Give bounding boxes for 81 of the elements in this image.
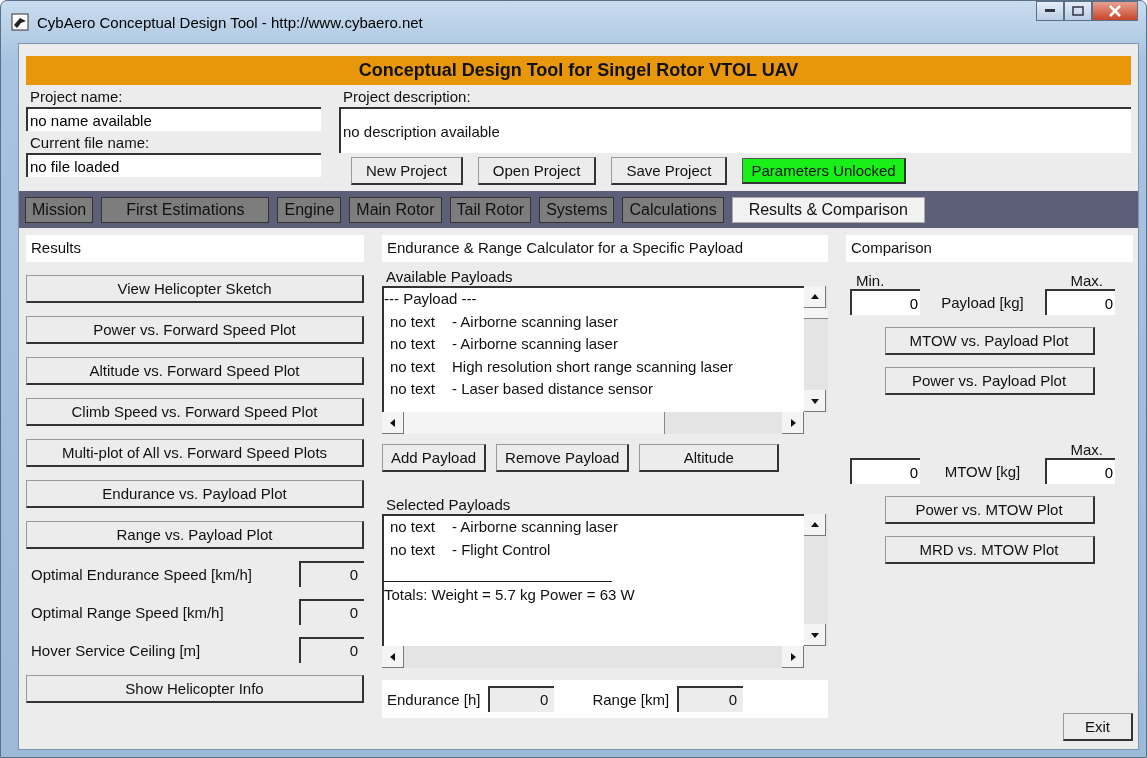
plot-button[interactable]: Altitude vs. Forward Speed Plot — [26, 357, 364, 385]
tab[interactable]: Main Rotor — [349, 197, 442, 223]
project-button[interactable]: Save Project — [611, 157, 728, 185]
close-button[interactable] — [1092, 1, 1138, 21]
list-item[interactable]: no text - Airborne scanning laser — [384, 310, 804, 333]
max-label: Max. — [1070, 441, 1103, 458]
plot-button[interactable]: Power vs. MTOW Plot — [884, 496, 1095, 524]
lock-status-indicator[interactable]: Parameters Unlocked — [742, 158, 906, 184]
list-label: Available Payloads — [386, 268, 514, 285]
scrollbar-thumb[interactable] — [804, 308, 828, 319]
mtow-label: MTOW [kg] — [944, 462, 1021, 480]
plot-button[interactable]: Power vs. Payload Plot — [884, 367, 1095, 395]
min-label: Min. — [856, 272, 885, 289]
max-field[interactable]: 0 — [1045, 289, 1115, 315]
min-field[interactable]: 0 — [850, 458, 920, 484]
list-item[interactable]: no text High resolution short range scanning laser — [384, 355, 804, 378]
helicopter-info-button[interactable]: Show Helicopter Info — [26, 675, 364, 703]
plot-button[interactable]: Multi-plot of All vs. Forward Speed Plots — [26, 439, 364, 467]
list-label: Selected Payloads — [386, 496, 512, 513]
payload-action-button[interactable]: Remove Payload — [496, 444, 630, 472]
list-item[interactable]: no text - Laser based distance sensor — [384, 378, 804, 401]
panel-title: Endurance & Range Calculator for a Specific Payload — [382, 235, 828, 262]
horizontal-scrollbar[interactable] — [382, 412, 804, 434]
list-item[interactable]: no text - Flight Control — [384, 538, 804, 561]
tab[interactable]: First Estimations — [101, 197, 270, 223]
payload-action-button[interactable]: Altitude — [639, 444, 780, 472]
readout-field: 0 — [299, 599, 364, 625]
maximize-icon — [1072, 6, 1084, 16]
horizontal-scrollbar[interactable] — [382, 646, 804, 668]
endurance-label: Endurance [h] — [387, 690, 481, 708]
max-field[interactable]: 0 — [1045, 458, 1115, 484]
list-item[interactable]: no text - Airborne scanning laser — [384, 516, 804, 539]
project-name-label: Project name: — [30, 88, 124, 105]
vertical-scrollbar[interactable] — [804, 514, 828, 646]
vertical-scrollbar[interactable] — [804, 286, 828, 412]
readout-field: 0 — [299, 637, 364, 663]
plot-button[interactable]: View Helicopter Sketch — [26, 275, 364, 303]
plot-button[interactable]: MRD vs. MTOW Plot — [884, 536, 1095, 564]
close-icon — [1109, 5, 1121, 17]
scrollbar-thumb[interactable] — [404, 412, 665, 434]
range-label: Range [km] — [592, 690, 670, 708]
minimize-icon — [1045, 9, 1055, 13]
exit-button[interactable]: Exit — [1063, 713, 1133, 741]
tab[interactable]: Engine — [277, 197, 342, 223]
plot-button[interactable]: Endurance vs. Payload Plot — [26, 480, 364, 508]
project-description-label: Project description: — [343, 88, 472, 105]
project-description-field[interactable]: no description available — [339, 107, 1131, 153]
file-name-field[interactable]: no file loaded — [26, 153, 321, 177]
tab[interactable]: Calculations — [622, 197, 724, 223]
minimize-button[interactable] — [1036, 1, 1064, 21]
endurance-field: 0 — [488, 686, 555, 712]
panel-title: Comparison — [846, 235, 1133, 262]
tab[interactable]: Mission — [25, 197, 94, 223]
panel-title: Results — [26, 235, 364, 262]
app-banner: Conceptual Design Tool for Singel Rotor VTOL UAV — [26, 56, 1131, 85]
plot-button[interactable]: Power vs. Forward Speed Plot — [26, 316, 364, 344]
project-button[interactable]: Open Project — [477, 157, 597, 185]
readout-label: Hover Service Ceiling [m] — [31, 641, 201, 659]
payload-action-button[interactable]: Add Payload — [382, 444, 487, 472]
max-label: Max. — [1070, 272, 1103, 289]
readout-label: Optimal Endurance Speed [km/h] — [31, 565, 252, 583]
tab[interactable]: Tail Rotor — [449, 197, 532, 223]
min-field[interactable]: 0 — [850, 289, 920, 315]
range-field: 0 — [677, 686, 744, 712]
tab[interactable]: Results & Comparison — [731, 197, 925, 223]
project-button[interactable]: New Project — [351, 157, 463, 185]
app-icon — [11, 13, 29, 31]
maximize-button[interactable] — [1064, 1, 1092, 21]
plot-button[interactable]: Climb Speed vs. Forward Speed Plot — [26, 398, 364, 426]
readout-label: Optimal Range Speed [km/h] — [31, 603, 224, 621]
tab[interactable]: Systems — [539, 197, 615, 223]
plot-button[interactable]: MTOW vs. Payload Plot — [884, 327, 1095, 355]
list-item[interactable]: no text - Airborne scanning laser — [384, 333, 804, 356]
totals-text: Totals: Weight = 5.7 kg Power = 63 W — [384, 586, 636, 603]
plot-button[interactable]: Range vs. Payload Plot — [26, 521, 364, 549]
file-name-label: Current file name: — [30, 134, 151, 151]
payload-label: Payload [kg] — [941, 293, 1024, 311]
list-header: --- Payload --- — [384, 289, 478, 309]
readout-field: 0 — [299, 561, 364, 587]
window-title: CybAero Conceptual Design Tool - http://www.cybaero.net — [37, 13, 423, 31]
project-name-field[interactable]: no name available — [26, 107, 321, 131]
